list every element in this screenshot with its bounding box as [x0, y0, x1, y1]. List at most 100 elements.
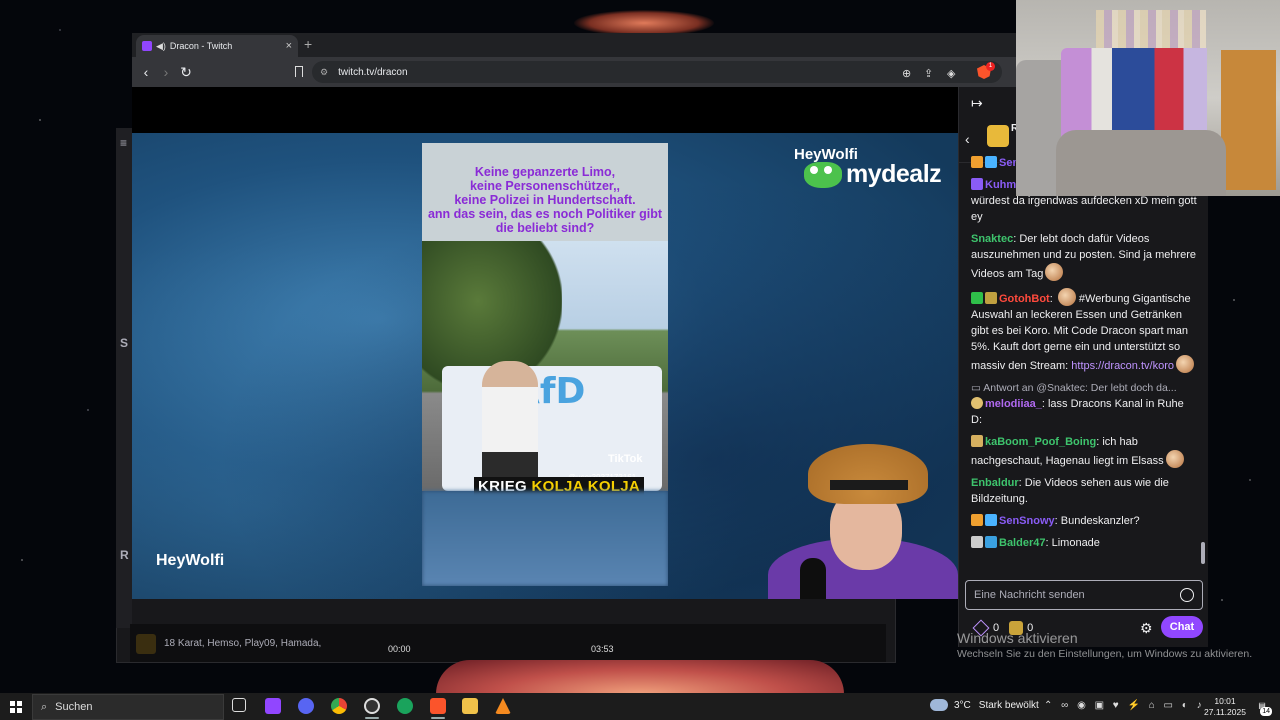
taskbar: ⌕ Suchen 3°C Stark bewölkt ⌃ ∞ ◉ ▣ ♥ ⚡ ⌂… [0, 693, 1280, 720]
notification-count: 14 [1260, 707, 1272, 716]
reload-button[interactable]: ↻ [177, 63, 195, 81]
time-total: 03:53 [591, 644, 614, 654]
shield-icon[interactable]: ◈ [947, 67, 955, 80]
background-player-bar: 18 Karat, Hemso, Play09, Hamada, 00:00 0… [130, 624, 886, 662]
collapse-chat-icon[interactable]: ↦ [971, 95, 983, 112]
reply-text: Antwort an @Snaktec: Der lebt doch da... [983, 382, 1177, 394]
chat-username[interactable]: Balder47 [999, 537, 1045, 549]
notification-icon[interactable]: ▤ 14 [1254, 698, 1272, 716]
address-bar[interactable]: ⚙ twitch.tv/dracon [312, 61, 1002, 83]
forward-button[interactable]: › [157, 63, 175, 81]
speaker-icon[interactable]: ◀) [156, 41, 166, 52]
emote-icon [1175, 355, 1194, 373]
chat-scrollbar[interactable] [1201, 542, 1205, 564]
site-info-icon[interactable]: ⚙ [320, 67, 328, 78]
new-tab-button[interactable]: + [304, 36, 312, 52]
clock-time: 10:01 [1214, 696, 1236, 706]
sofa [1056, 130, 1226, 196]
overlay-brand-bottom: HeyWolfi [156, 552, 225, 569]
chat-input[interactable]: Eine Nachricht senden [965, 580, 1203, 610]
chat-username[interactable]: kaBoom_Poof_Boing [985, 436, 1096, 448]
obs-app-icon[interactable] [364, 698, 380, 714]
video-player[interactable]: Keine gepanzerte Limo, keine Personensch… [132, 133, 958, 599]
chat-input-placeholder: Eine Nachricht senden [974, 589, 1085, 601]
sponsor-text: mydealz [846, 160, 942, 188]
shelf [1221, 50, 1276, 190]
badge-icon [971, 397, 983, 409]
brave-app-icon[interactable] [430, 698, 446, 714]
weather-widget[interactable]: 3°C Stark bewölkt [930, 699, 1039, 711]
chat-username[interactable]: GotohBot [999, 293, 1050, 305]
chat-username[interactable]: melodiiaa_ [985, 398, 1042, 410]
chat-message: GotohBot: #Werbung Gigantische Auswahl a… [971, 288, 1197, 374]
snowflake-icon [985, 156, 997, 168]
twitch-app-icon[interactable] [265, 698, 281, 714]
clock[interactable]: 10:01 27.11.2025 [1200, 696, 1250, 718]
hat-band [830, 480, 908, 490]
speaker-figure [482, 361, 538, 491]
cloud-icon [930, 699, 948, 711]
chrome-app-icon[interactable] [331, 698, 347, 714]
activation-subtitle: Wechseln Sie zu den Einstellungen, um Wi… [957, 648, 1253, 660]
tab-title: Dracon - Twitch [169, 41, 233, 51]
search-icon: ⌕ [41, 700, 48, 713]
zoom-icon[interactable]: ⊕ [902, 67, 911, 80]
discord-app-icon[interactable] [298, 698, 314, 714]
twitch-icon [142, 41, 152, 51]
weather-condition: Stark bewölkt [978, 699, 1039, 711]
menu-icon[interactable]: ≡ [120, 136, 127, 150]
search-label: Suchen [55, 701, 93, 713]
windows-start-icon[interactable] [10, 701, 22, 713]
browser-toolbar: ‹ › ↻ ⚙ twitch.tv/dracon ⊕ ⇪ ◈ 1 [132, 57, 1016, 87]
badge-icon [971, 435, 983, 447]
badge-icon [971, 536, 983, 548]
system-tray[interactable]: ⌃ ∞ ◉ ▣ ♥ ⚡ ⌂ ▭ ◐ ♪ [1044, 700, 1205, 711]
emote-icon [1057, 288, 1076, 306]
chat-message: kaBoom_Poof_Boing: ich hab nachgeschaut,… [971, 434, 1197, 469]
activation-title: Windows aktivieren [957, 630, 1078, 646]
explorer-app-icon[interactable] [462, 698, 478, 714]
time-current: 00:00 [388, 644, 411, 654]
viewer-names: 18 Karat, Hemso, Play09, Hamada, [164, 638, 322, 649]
chat-send-button[interactable]: Chat [1161, 616, 1203, 638]
chat-username[interactable]: Snaktec [971, 233, 1013, 245]
badge-icon [985, 536, 997, 548]
reply-context[interactable]: ▭ Antwort an @Snaktec: Der lebt doch da.… [971, 380, 1197, 396]
chat-messages: Sen Kuhmaten: imagine du denkst echt, du… [971, 156, 1197, 557]
gift-icon[interactable] [987, 125, 1009, 147]
chat-message: SenSnowy: Bundeskanzler? [971, 513, 1197, 529]
webcam-overlay [1016, 0, 1280, 196]
url-text: twitch.tv/dracon [338, 66, 408, 78]
active-app-indicator [365, 717, 379, 719]
chat-username[interactable]: SenSnowy [999, 515, 1055, 527]
share-icon[interactable]: ⇪ [924, 67, 933, 80]
task-view-icon[interactable] [232, 698, 246, 712]
sidebar-section-r: R [120, 548, 129, 562]
verified-badge-icon [971, 292, 983, 304]
tab-twitch[interactable]: ◀) Dracon - Twitch × [136, 35, 298, 57]
close-icon[interactable]: × [286, 40, 292, 52]
emote-icon [1045, 263, 1064, 281]
emote-icon [1165, 450, 1184, 468]
taskbar-search[interactable]: ⌕ Suchen [32, 694, 224, 720]
vlc-app-icon[interactable] [495, 698, 511, 714]
browser-window: ◀) Dracon - Twitch × + ‹ › ↻ ⚙ twitch.tv… [132, 33, 1016, 599]
app-icon-green[interactable] [397, 698, 413, 714]
chat-text: Limonade [1051, 537, 1100, 549]
chat-message: ▭ Antwort an @Snaktec: Der lebt doch da.… [971, 380, 1197, 428]
gear-icon[interactable]: ⚙ [1140, 620, 1153, 637]
rewards-count: 1 [986, 62, 995, 71]
emoji-icon[interactable] [1180, 588, 1194, 602]
temperature: 3°C [954, 699, 971, 711]
viewer-avatar [136, 634, 156, 654]
clock-date: 27.11.2025 [1204, 707, 1246, 717]
bookmark-icon[interactable] [295, 66, 303, 77]
snowflake-icon [985, 514, 997, 526]
chat-link[interactable]: https://dracon.tv/koro [1071, 360, 1174, 372]
back-button[interactable]: ‹ [137, 63, 155, 81]
streamer-facecam [768, 438, 958, 599]
badge-icon [971, 514, 983, 526]
chevron-left-icon[interactable]: ‹ [965, 131, 970, 147]
chat-username[interactable]: Enbaldur [971, 477, 1019, 489]
microphone [800, 558, 826, 599]
